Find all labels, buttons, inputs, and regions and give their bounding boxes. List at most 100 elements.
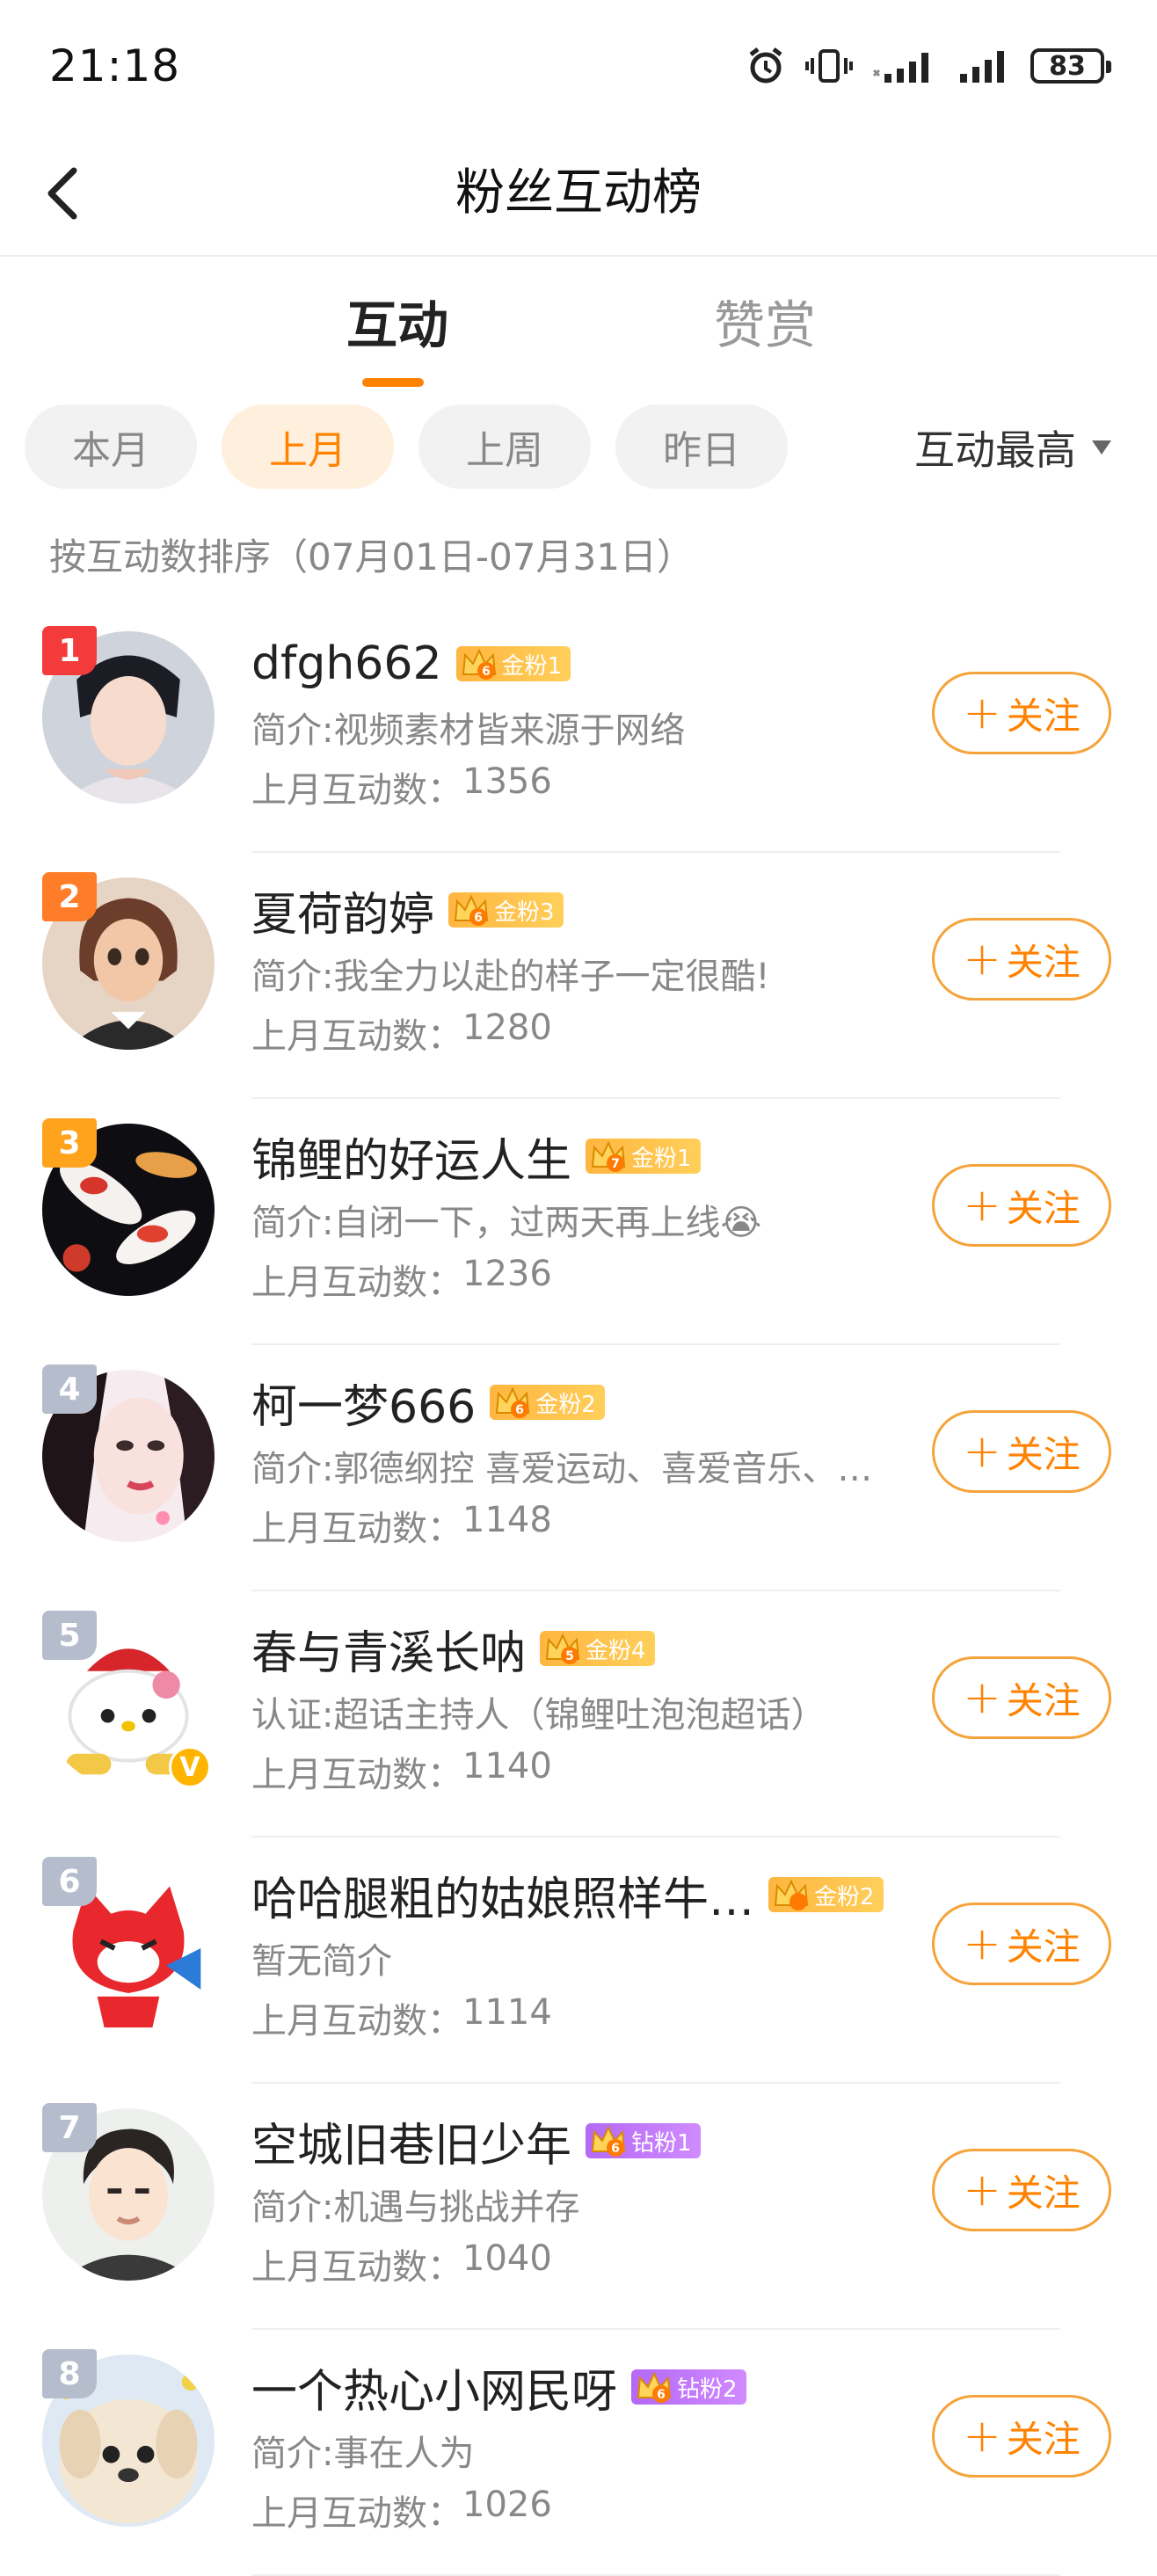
name-line: 夏荷韵婷 6 金粉3: [251, 877, 564, 943]
interaction-count-label: 上月互动数：: [251, 1016, 462, 1057]
interaction-count-value: 1356: [462, 761, 552, 802]
sort-dropdown[interactable]: 互动最高: [914, 418, 1111, 477]
plus-icon: +: [963, 2410, 1001, 2463]
interaction-count-label: 上月互动数：: [251, 2247, 462, 2288]
fan-level-label: 钻粉1: [631, 2129, 692, 2157]
alarm-icon: [749, 47, 782, 84]
follow-button[interactable]: + 关注: [932, 918, 1111, 1001]
follow-button[interactable]: + 关注: [932, 1656, 1111, 1739]
fan-list: 1 dfgh662 6 金粉1 简介:视频素材皆来源于网络 上月互动数： 1356 + 关注 2 夏…: [0, 607, 1157, 2576]
follow-label: 关注: [1006, 1432, 1081, 1476]
interaction-count: 上月互动数： 1114: [251, 1992, 552, 2043]
name-line: 哈哈腿粗的姑娘照样牛… 金粉2: [251, 1862, 884, 1928]
fan-row[interactable]: 7 空城旧巷旧少年 6 钻粉1 简介:机遇与挑战并存 上月互动数： 1040 + 关注: [0, 2084, 1157, 2330]
badge-level: 6: [611, 2142, 620, 2156]
fan-name[interactable]: 锦鲤的好运人生: [251, 1124, 571, 1190]
dropdown-arrow-icon: [1092, 440, 1111, 455]
crown-icon: 6: [454, 894, 489, 926]
fan-name[interactable]: 夏荷韵婷: [251, 877, 434, 943]
rank-badge: 8: [42, 2349, 97, 2398]
fan-row[interactable]: 1 dfgh662 6 金粉1 简介:视频素材皆来源于网络 上月互动数： 1356 + 关注: [0, 607, 1157, 853]
sort-label: 互动最高: [914, 426, 1076, 474]
fan-level-label: 金粉2: [535, 1391, 596, 1418]
fan-level-badge: 6 钻粉1: [586, 2123, 701, 2158]
fan-name[interactable]: dfgh662: [251, 637, 442, 690]
signal-1-icon: [872, 53, 928, 83]
interaction-count: 上月互动数： 1236: [251, 1254, 552, 1305]
fan-level-label: 金粉1: [631, 1145, 692, 1172]
fan-row[interactable]: 4 柯一梦666 6 金粉2 简介:郭德纲控 喜爱运动、喜爱音乐、… 上月互动数： 1148…: [0, 1345, 1157, 1591]
interaction-count-value: 1140: [462, 1746, 552, 1786]
filter-yesterday[interactable]: 昨日: [615, 404, 788, 489]
fan-name[interactable]: 春与青溪长呐: [251, 1616, 526, 1682]
name-line: 空城旧巷旧少年 6 钻粉1: [251, 2110, 701, 2172]
fan-row[interactable]: V 5 春与青溪长呐 5 金粉4 认证:超话主持人（锦鲤吐泡泡超话） 上月互动数： 1140 +…: [0, 1591, 1157, 1837]
fan-level-badge: 7 金粉1: [586, 1139, 701, 1174]
follow-button[interactable]: + 关注: [932, 2149, 1111, 2231]
follow-button[interactable]: + 关注: [932, 672, 1111, 754]
header: 粉丝互动榜: [0, 132, 1157, 257]
fan-bio: 简介:我全力以赴的样子一定很酷!: [251, 957, 770, 997]
interaction-count-label: 上月互动数：: [251, 770, 462, 811]
fan-row[interactable]: 6 哈哈腿粗的姑娘照样牛… 金粉2 暂无简介 上月互动数： 1114 + 关注: [0, 1837, 1157, 2084]
badge-level: 6: [657, 2388, 666, 2402]
follow-button[interactable]: + 关注: [932, 1164, 1111, 1247]
rank-badge: 6: [42, 1857, 97, 1906]
fan-name[interactable]: 柯一梦666: [251, 1370, 476, 1436]
filter-last-week[interactable]: 上周: [418, 404, 591, 489]
crown-icon: 7: [591, 1140, 626, 1172]
fan-row[interactable]: 3 锦鲤的好运人生 7 金粉1 简介:自闭一下，过两天再上线😭 上月互动数： 1236 + 关注: [0, 1099, 1157, 1345]
fan-row[interactable]: 2 夏荷韵婷 6 金粉3 简介:我全力以赴的样子一定很酷! 上月互动数： 1280 + 关注: [0, 853, 1157, 1099]
fan-bio: 简介:事在人为: [251, 2434, 475, 2474]
fan-bio: 认证:超话主持人（锦鲤吐泡泡超话）: [251, 1695, 826, 1736]
follow-label: 关注: [1006, 2417, 1081, 2461]
range-note: 按互动数排序（07月01日-07月31日）: [49, 535, 694, 579]
plus-icon: +: [963, 1179, 1001, 1232]
fan-bio: 简介:机遇与挑战并存: [251, 2187, 580, 2228]
rank-badge: 1: [42, 626, 97, 675]
follow-button[interactable]: + 关注: [932, 1410, 1111, 1493]
tab-reward[interactable]: 赞赏: [714, 290, 816, 360]
interaction-count: 上月互动数： 1280: [251, 1008, 552, 1059]
interaction-count-label: 上月互动数：: [251, 2001, 462, 2041]
plus-icon: +: [963, 1671, 1001, 1724]
follow-label: 关注: [1006, 1678, 1081, 1722]
badge-level: 5: [565, 1649, 574, 1663]
interaction-count: 上月互动数： 1148: [251, 1500, 552, 1551]
fan-level-badge: 6 钻粉2: [631, 2369, 746, 2405]
plus-icon: +: [963, 687, 1001, 739]
fan-name[interactable]: 哈哈腿粗的姑娘照样牛…: [251, 1862, 754, 1928]
fan-level-badge: 金粉2: [768, 1877, 884, 1912]
fan-row[interactable]: 8 一个热心小网民呀 6 钻粉2 简介:事在人为 上月互动数： 1026 + 关注: [0, 2330, 1157, 2576]
follow-label: 关注: [1006, 1186, 1081, 1230]
name-line: 一个热心小网民呀 6 钻粉2: [251, 2354, 746, 2420]
period-filters: 本月 上月 上周 昨日: [25, 404, 788, 492]
fan-level-label: 金粉4: [586, 1637, 646, 1664]
fan-name[interactable]: 一个热心小网民呀: [251, 2354, 617, 2420]
interaction-count-value: 1280: [462, 1008, 552, 1048]
fan-level-label: 金粉3: [494, 899, 555, 926]
filter-this-month[interactable]: 本月: [25, 404, 197, 489]
plus-icon: +: [963, 2164, 1001, 2216]
name-line: 锦鲤的好运人生 7 金粉1: [251, 1124, 701, 1190]
interaction-count-value: 1026: [462, 2485, 552, 2525]
vibrate-icon: [805, 49, 853, 83]
follow-label: 关注: [1006, 2171, 1081, 2215]
crown-icon: 6: [462, 648, 496, 680]
status-bar: 21:18 83: [0, 0, 1157, 132]
interaction-count-label: 上月互动数：: [251, 2493, 462, 2534]
tab-interaction[interactable]: 互动: [346, 290, 448, 360]
filter-last-month[interactable]: 上月: [222, 404, 394, 489]
name-line: 柯一梦666 6 金粉2: [251, 1370, 605, 1436]
tab-active-indicator: [362, 378, 424, 387]
follow-button[interactable]: + 关注: [932, 1903, 1111, 1985]
badge-level: 6: [515, 1403, 524, 1417]
fan-bio: 简介:自闭一下，过两天再上线😭: [251, 1203, 762, 1243]
crown-icon: 6: [637, 2371, 672, 2403]
follow-button[interactable]: + 关注: [932, 2395, 1111, 2478]
plus-icon: +: [963, 1917, 1001, 1970]
fan-name[interactable]: 空城旧巷旧少年: [251, 2108, 571, 2174]
fan-level-badge: 6 金粉1: [455, 646, 571, 681]
fan-level-badge: 5 金粉4: [540, 1631, 655, 1666]
follow-label: 关注: [1006, 940, 1081, 984]
